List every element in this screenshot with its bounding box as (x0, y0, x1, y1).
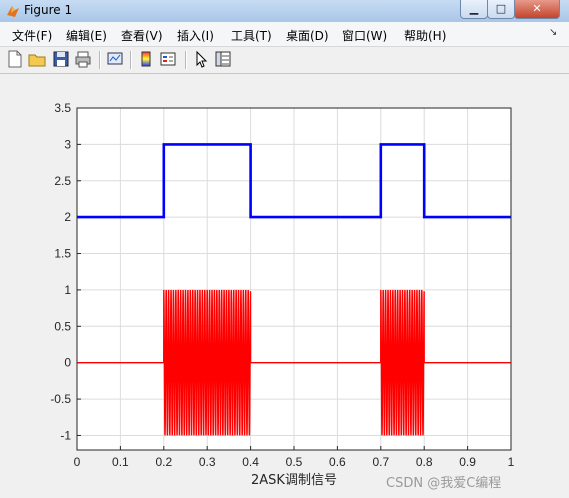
close-button[interactable]: ✕ (514, 0, 560, 19)
menu-help[interactable]: 帮助(H) (404, 27, 446, 44)
new-figure-icon[interactable] (6, 50, 24, 68)
menu-view[interactable]: 查看(V) (121, 27, 163, 44)
x-tick-label: 0.4 (242, 455, 259, 469)
toolbar (0, 47, 569, 74)
y-tick-label: -1 (60, 428, 71, 442)
minimize-button[interactable]: ▁ (460, 0, 488, 19)
toolbar-separator (130, 51, 132, 69)
menu-desktop[interactable]: 桌面(D) (286, 27, 329, 44)
menu-file[interactable]: 文件(F) (12, 27, 52, 44)
print-icon[interactable] (74, 50, 92, 68)
y-tick-label: 3 (64, 137, 71, 151)
edit-plot-icon[interactable] (192, 50, 210, 68)
link-plot-icon[interactable] (106, 50, 124, 68)
x-tick-label: 0.6 (329, 455, 346, 469)
y-tick-label: 1 (64, 283, 71, 297)
x-tick-label: 0.8 (416, 455, 433, 469)
y-tick-label: 3.5 (54, 101, 71, 115)
insert-legend-icon[interactable] (159, 50, 177, 68)
menu-edit[interactable]: 编辑(E) (66, 27, 107, 44)
plot-axes[interactable]: 0 0.1 0.2 0.3 0.4 0.5 0.6 0.7 0.8 0.9 1 -1 -0.5 0 0.5 1… (0, 74, 569, 498)
title-bar: Figure 1 ▁ □ ✕ (0, 0, 569, 23)
y-tick-label: 0.5 (54, 319, 71, 333)
x-axis-label: 2ASK调制信号 (251, 473, 337, 488)
watermark: CSDN @我爱C编程 (386, 476, 502, 491)
y-tick-label: -0.5 (50, 392, 71, 406)
matlab-app-icon (7, 6, 19, 17)
toolbar-separator (185, 51, 187, 69)
menu-window[interactable]: 窗口(W) (342, 27, 387, 44)
y-tick-label: 0 (64, 356, 71, 370)
save-icon[interactable] (52, 50, 70, 68)
x-tick-label: 0.3 (199, 455, 216, 469)
menu-insert[interactable]: 插入(I) (177, 27, 214, 44)
x-tick-label: 0.5 (286, 455, 303, 469)
x-tick-label: 0.2 (155, 455, 172, 469)
maximize-button[interactable]: □ (487, 0, 515, 19)
y-tick-label: 1.5 (54, 247, 71, 261)
menu-overflow-icon[interactable]: ↘ (549, 27, 557, 38)
x-tick-label: 0.7 (372, 455, 389, 469)
open-file-icon[interactable] (28, 50, 46, 68)
menu-tools[interactable]: 工具(T) (231, 27, 272, 44)
y-tick-label: 2.5 (54, 174, 71, 188)
x-tick-label: 0 (74, 455, 81, 469)
toolbar-separator (99, 51, 101, 69)
x-tick-label: 0.1 (112, 455, 129, 469)
menu-bar: 文件(F) 编辑(E) 查看(V) 插入(I) 工具(T) 桌面(D) 窗口(W… (0, 22, 569, 47)
property-inspector-icon[interactable] (214, 50, 232, 68)
x-tick-label: 0.9 (459, 455, 476, 469)
window-title: Figure 1 (24, 3, 73, 17)
insert-colorbar-icon[interactable] (137, 50, 155, 68)
x-tick-label: 1 (508, 455, 515, 469)
y-tick-label: 2 (64, 210, 71, 224)
